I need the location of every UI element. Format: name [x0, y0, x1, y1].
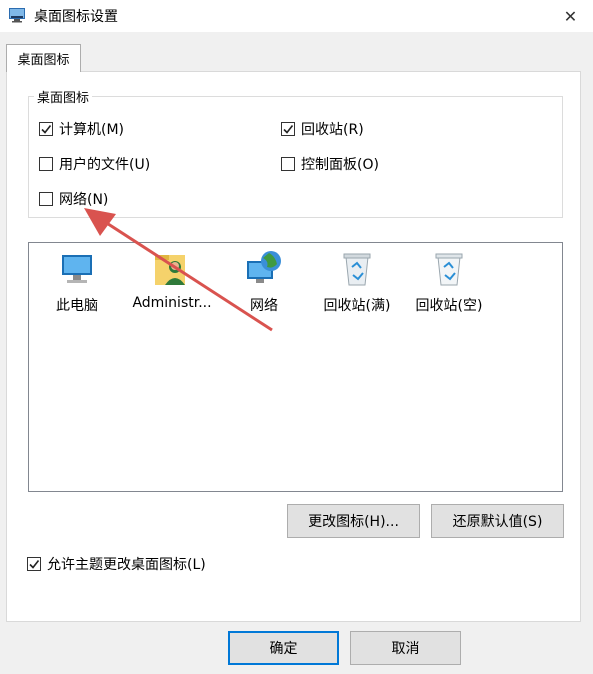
icon-label: 网络 [250, 298, 278, 314]
checkbox-label: 回收站(R) [301, 122, 364, 138]
close-button[interactable]: ✕ [548, 0, 593, 32]
checkbox-allow-themes[interactable]: 允许主题更改桌面图标(L) [27, 554, 206, 574]
title-bar: 桌面图标设置 ✕ [0, 0, 593, 32]
ok-button[interactable]: 确定 [228, 631, 339, 665]
icon-label: Administr... [132, 295, 212, 311]
change-icon-button[interactable]: 更改图标(H)... [287, 504, 420, 538]
icon-item-recycle-bin-empty[interactable]: 回收站(空) [403, 243, 495, 315]
checkbox-box[interactable] [39, 192, 53, 206]
window-title: 桌面图标设置 [34, 9, 118, 25]
checkbox-box[interactable] [39, 157, 53, 171]
icon-item-this-pc[interactable]: 此电脑 [31, 243, 123, 315]
checkbox-user-files[interactable]: 用户的文件(U) [39, 154, 150, 174]
computer-icon [62, 255, 92, 283]
icon-label: 回收站(空) [415, 298, 483, 314]
checkmark-icon [41, 125, 52, 134]
checkmark-icon [283, 125, 294, 134]
restore-default-button[interactable]: 还原默认值(S) [431, 504, 564, 538]
icon-item-network[interactable]: 网络 [218, 243, 310, 315]
desktop-settings-icon [9, 8, 25, 23]
icon-label: 回收站(满) [323, 298, 391, 314]
checkbox-control-panel[interactable]: 控制面板(O) [281, 154, 379, 174]
cancel-button[interactable]: 取消 [350, 631, 461, 665]
groupbox-legend: 桌面图标 [34, 87, 93, 106]
icon-item-administrator[interactable]: Administr... [126, 243, 218, 311]
network-icon [247, 251, 281, 283]
recycle-bin-empty-icon [435, 253, 463, 286]
checkmark-icon [29, 560, 40, 569]
tab-desktop-icons[interactable]: 桌面图标 [6, 44, 81, 72]
checkbox-label: 允许主题更改桌面图标(L) [47, 557, 206, 573]
checkbox-label: 网络(N) [59, 192, 109, 208]
checkbox-box[interactable] [39, 122, 53, 136]
close-icon: ✕ [563, 6, 578, 26]
checkbox-label: 用户的文件(U) [59, 157, 151, 173]
checkbox-label: 计算机(M) [59, 122, 125, 138]
icon-item-recycle-bin-full[interactable]: 回收站(满) [311, 243, 403, 315]
checkbox-box[interactable] [281, 122, 295, 136]
user-folder-icon [155, 255, 185, 285]
checkbox-recycle-bin[interactable]: 回收站(R) [281, 119, 364, 139]
icon-label: 此电脑 [56, 298, 98, 314]
checkbox-box[interactable] [281, 157, 295, 171]
recycle-bin-full-icon [343, 253, 371, 286]
checkbox-computer[interactable]: 计算机(M) [39, 119, 124, 139]
icon-list-view[interactable]: 此电脑 Administr... 网络 回收站(满) 回收站(空) [28, 242, 563, 492]
tab-label: 桌面图标 [17, 53, 70, 68]
checkbox-box[interactable] [27, 557, 41, 571]
checkbox-label: 控制面板(O) [301, 157, 379, 173]
checkbox-network[interactable]: 网络(N) [39, 189, 108, 209]
